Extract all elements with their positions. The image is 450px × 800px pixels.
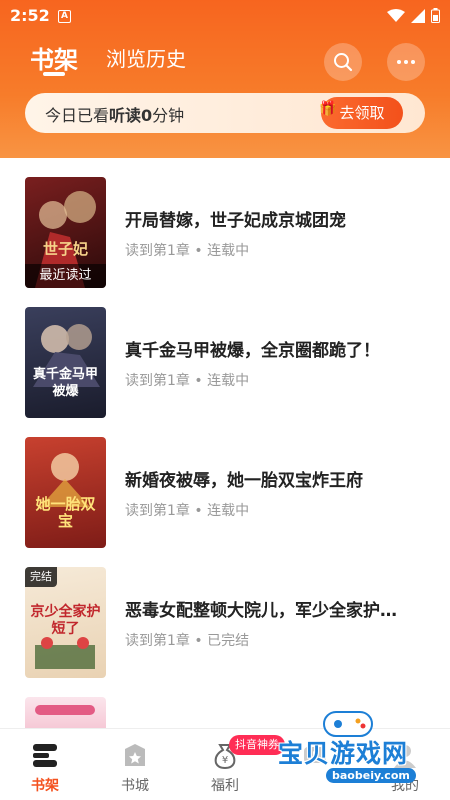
cover-art bbox=[33, 324, 100, 387]
book-title[interactable]: 恶毒女配整顿大院儿，军少全家护… bbox=[125, 596, 425, 621]
nav-label: 书架 bbox=[31, 778, 59, 794]
nav-bookstore[interactable]: 书城 bbox=[100, 729, 170, 800]
signal-icon bbox=[411, 8, 425, 23]
status-time: 2:52 bbox=[10, 6, 50, 25]
cover-title: 京少全家护短了 bbox=[30, 604, 101, 637]
recently-read-label: 最近读过 bbox=[25, 264, 106, 288]
claim-button[interactable]: 🎁 去领取 bbox=[319, 97, 403, 129]
reading-time-banner: 今日已看听读0分钟 🎁 去领取 bbox=[25, 93, 425, 133]
search-button[interactable] bbox=[324, 43, 362, 81]
notification-a-icon: A bbox=[58, 10, 71, 23]
cover-art bbox=[40, 453, 90, 507]
book-cover[interactable]: 世子妃 最近读过 bbox=[25, 177, 106, 288]
cover-art bbox=[35, 705, 95, 715]
book-title[interactable]: 开局替嫁，世子妃成京城团宠 bbox=[125, 206, 425, 231]
tab-bookshelf[interactable]: 书架 bbox=[30, 40, 78, 75]
nav-label: 福利 bbox=[211, 778, 239, 794]
more-button[interactable] bbox=[387, 43, 425, 81]
gift-icon: 🎁 bbox=[319, 101, 337, 117]
watermark-url: baobeiy.com bbox=[326, 768, 416, 783]
nav-label: 书城 bbox=[121, 778, 149, 794]
search-icon bbox=[334, 53, 353, 72]
battery-icon bbox=[431, 8, 440, 23]
book-progress: 读到第1章 • 连载中 bbox=[125, 503, 250, 519]
tab-active-indicator bbox=[43, 72, 65, 76]
reading-suffix: 分钟 bbox=[152, 106, 185, 125]
book-item[interactable]: 真千金马甲被爆 真千金马甲被爆，全京圈都跪了！ 读到第1章 • 连载中 bbox=[0, 307, 450, 419]
reading-time-text: 今日已看听读0分钟 bbox=[45, 102, 184, 126]
wifi-icon bbox=[387, 8, 405, 22]
tab-browse-history[interactable]: 浏览历史 bbox=[106, 43, 186, 72]
book-item[interactable]: 她一胎双宝 新婚夜被辱，她一胎双宝炸王府 读到第1章 • 连载中 bbox=[0, 437, 450, 549]
bookshelf-icon bbox=[33, 744, 57, 767]
book-item[interactable]: 完结 京少全家护短了 恶毒女配整顿大院儿，军少全家护… 读到第1章 • 已完结 bbox=[0, 567, 450, 679]
book-progress: 读到第1章 • 连载中 bbox=[125, 373, 250, 389]
book-progress: 读到第1章 • 连载中 bbox=[125, 243, 250, 259]
book-cover[interactable]: 她一胎双宝 bbox=[25, 437, 106, 548]
completed-tag: 完结 bbox=[25, 567, 57, 587]
svg-text:¥: ¥ bbox=[222, 755, 228, 766]
nav-bookshelf[interactable]: 书架 bbox=[10, 729, 80, 800]
cover-title: 真千金马甲被爆 bbox=[32, 367, 98, 399]
header: 2:52 A 书架 浏览历史 今日已看听读0分钟 🎁 去领取 bbox=[0, 0, 450, 158]
cover-title: 世子妃 bbox=[42, 240, 88, 258]
status-bar: 2:52 A bbox=[0, 0, 450, 34]
cover-title: 她一胎双宝 bbox=[35, 495, 96, 530]
reading-bold: 听读0 bbox=[109, 106, 153, 125]
book-item[interactable]: 世子妃 最近读过 开局替嫁，世子妃成京城团宠 读到第1章 • 连载中 bbox=[0, 177, 450, 289]
status-icons bbox=[387, 8, 440, 23]
more-icon bbox=[397, 60, 415, 64]
watermark: 宝贝游戏网 baobeiy.com bbox=[272, 706, 450, 800]
reading-prefix: 今日已看 bbox=[45, 106, 110, 125]
book-title[interactable]: 真千金马甲被爆，全京圈都跪了！ bbox=[125, 336, 425, 361]
book-cover[interactable]: 真千金马甲被爆 bbox=[25, 307, 106, 418]
book-progress: 读到第1章 • 已完结 bbox=[125, 633, 250, 649]
bookstore-icon bbox=[125, 744, 145, 766]
book-cover[interactable]: 完结 京少全家护短了 bbox=[25, 567, 106, 678]
book-cover-partial[interactable] bbox=[25, 697, 106, 728]
watermark-text: 宝贝游戏网 bbox=[278, 739, 409, 768]
book-title[interactable]: 新婚夜被辱，她一胎双宝炸王府 bbox=[125, 466, 425, 491]
claim-label: 去领取 bbox=[339, 104, 385, 122]
